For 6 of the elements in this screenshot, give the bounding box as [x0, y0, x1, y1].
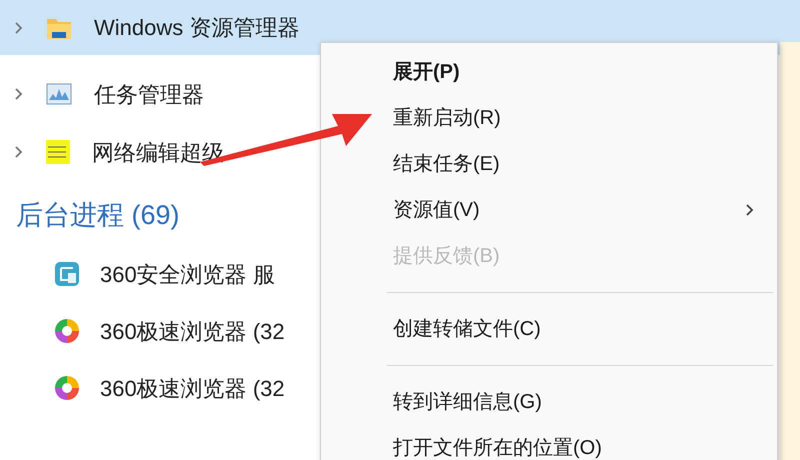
process-name: 360极速浏览器 (32 — [100, 374, 285, 402]
section-title: 后台进程 (69) — [16, 200, 180, 230]
app-name: Windows 资源管理器 — [94, 14, 300, 42]
app-name: 任务管理器 — [94, 80, 204, 108]
process-name: 360极速浏览器 (32 — [100, 318, 285, 346]
process-name: 360安全浏览器 服 — [100, 260, 275, 288]
